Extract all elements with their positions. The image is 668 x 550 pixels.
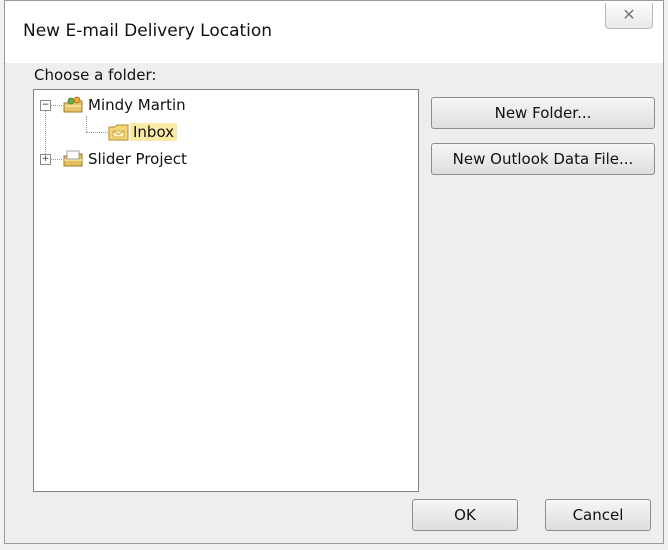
tree-connector — [50, 159, 62, 160]
tree-connector — [86, 116, 87, 132]
data-file-icon — [62, 149, 84, 169]
tree-connector — [50, 105, 62, 106]
new-folder-button[interactable]: New Folder... — [431, 97, 655, 129]
folder-tree[interactable]: − Mindy Martin Inbox + Slider Project — [33, 89, 419, 492]
tree-node-label: Slider Project — [88, 150, 187, 168]
close-button[interactable]: ✕ — [605, 3, 653, 29]
new-outlook-data-file-button[interactable]: New Outlook Data File... — [431, 143, 655, 175]
new-email-delivery-location-dialog: New E-mail Delivery Location ✕ Choose a … — [4, 0, 664, 544]
title-bar: New E-mail Delivery Location ✕ — [5, 1, 663, 63]
expand-icon[interactable]: + — [40, 154, 51, 165]
ok-button[interactable]: OK — [412, 499, 518, 531]
account-folder-icon — [62, 95, 84, 115]
collapse-icon[interactable]: − — [40, 100, 51, 111]
tree-node-label: Inbox — [130, 123, 178, 141]
tree-connector — [86, 132, 108, 133]
choose-folder-label: Choose a folder: — [34, 66, 157, 84]
dialog-title: New E-mail Delivery Location — [23, 21, 273, 41]
close-icon: ✕ — [622, 5, 636, 24]
tree-node-label: Mindy Martin — [88, 96, 186, 114]
cancel-button[interactable]: Cancel — [545, 499, 651, 531]
inbox-folder-icon — [108, 122, 130, 142]
